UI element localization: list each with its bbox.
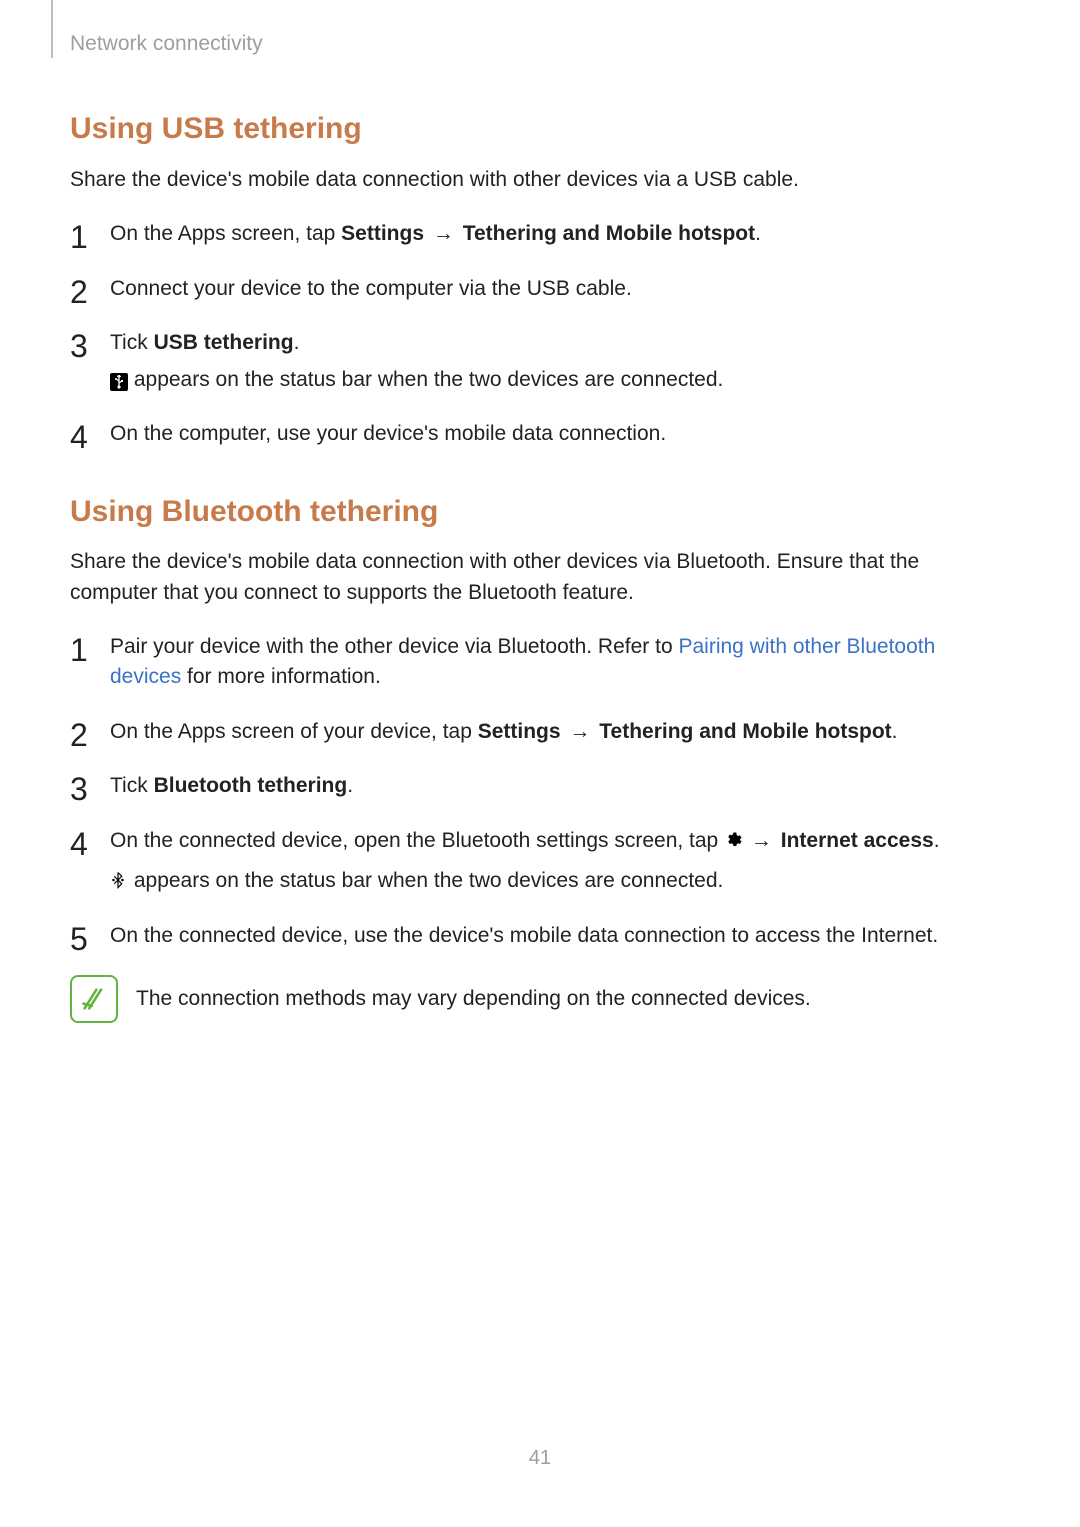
- usb-step-4: On the computer, use your device's mobil…: [70, 419, 1010, 449]
- arrow-icon: →: [748, 829, 775, 852]
- usb-step-1: On the Apps screen, tap Settings → Tethe…: [70, 219, 1010, 249]
- usb-step-2: Connect your device to the computer via …: [70, 274, 1010, 304]
- bold-settings: Settings: [341, 222, 424, 245]
- bold-internet-access: Internet access: [781, 829, 934, 852]
- bt-step-4-sub: appears on the status bar when the two d…: [110, 866, 1010, 896]
- section-bt-tethering: Using Bluetooth tethering Share the devi…: [70, 490, 1010, 1023]
- heading-usb: Using USB tethering: [70, 107, 1010, 151]
- note-icon: [70, 975, 118, 1023]
- period: .: [934, 829, 940, 852]
- text: On the connected device, open the Blueto…: [110, 829, 724, 852]
- period: .: [294, 331, 300, 354]
- bt-step-4: On the connected device, open the Blueto…: [70, 826, 1010, 897]
- bold-bt-tethering: Bluetooth tethering: [154, 774, 348, 797]
- usb-step-3-sub: appears on the status bar when the two d…: [110, 365, 1010, 395]
- page: Network connectivity Using USB tethering…: [0, 0, 1080, 1527]
- arrow-icon: →: [566, 720, 593, 743]
- text: On the computer, use your device's mobil…: [110, 422, 666, 445]
- steps-bt: Pair your device with the other device v…: [70, 632, 1010, 951]
- note-text: The connection methods may vary dependin…: [136, 984, 811, 1014]
- period: .: [347, 774, 353, 797]
- bold-usb-tethering: USB tethering: [154, 331, 294, 354]
- text: On the connected device, use the device'…: [110, 924, 938, 947]
- text: Tick: [110, 331, 154, 354]
- gear-icon: [724, 828, 742, 846]
- text: Tick: [110, 774, 154, 797]
- header-tab-rule: [51, 0, 53, 58]
- section-usb-tethering: Using USB tethering Share the device's m…: [70, 107, 1010, 449]
- usb-tether-icon: [110, 373, 128, 391]
- page-number: 41: [0, 1444, 1080, 1473]
- bt-step-2: On the Apps screen of your device, tap S…: [70, 717, 1010, 747]
- period: .: [892, 720, 898, 743]
- intro-bt: Share the device's mobile data connectio…: [70, 547, 1010, 608]
- text: for more information.: [181, 665, 381, 688]
- bold-tethering: Tethering and Mobile hotspot: [599, 720, 891, 743]
- bluetooth-tether-icon: [110, 868, 128, 886]
- text: On the Apps screen, tap: [110, 222, 341, 245]
- heading-bt: Using Bluetooth tethering: [70, 490, 1010, 534]
- bt-step-5: On the connected device, use the device'…: [70, 921, 1010, 951]
- intro-usb: Share the device's mobile data connectio…: [70, 165, 1010, 195]
- usb-step-3: Tick USB tethering. appears on the statu…: [70, 328, 1010, 395]
- bt-step-1: Pair your device with the other device v…: [70, 632, 1010, 693]
- bt-step-3: Tick Bluetooth tethering.: [70, 771, 1010, 801]
- text: Connect your device to the computer via …: [110, 277, 632, 300]
- text: appears on the status bar when the two d…: [128, 869, 723, 892]
- arrow-icon: →: [430, 222, 457, 245]
- bold-settings: Settings: [478, 720, 561, 743]
- text: appears on the status bar when the two d…: [128, 368, 723, 391]
- breadcrumb: Network connectivity: [70, 29, 1010, 59]
- text: On the Apps screen of your device, tap: [110, 720, 478, 743]
- steps-usb: On the Apps screen, tap Settings → Tethe…: [70, 219, 1010, 449]
- text: Pair your device with the other device v…: [110, 635, 678, 658]
- period: .: [755, 222, 761, 245]
- bold-tethering: Tethering and Mobile hotspot: [463, 222, 755, 245]
- note-box: The connection methods may vary dependin…: [70, 975, 1010, 1023]
